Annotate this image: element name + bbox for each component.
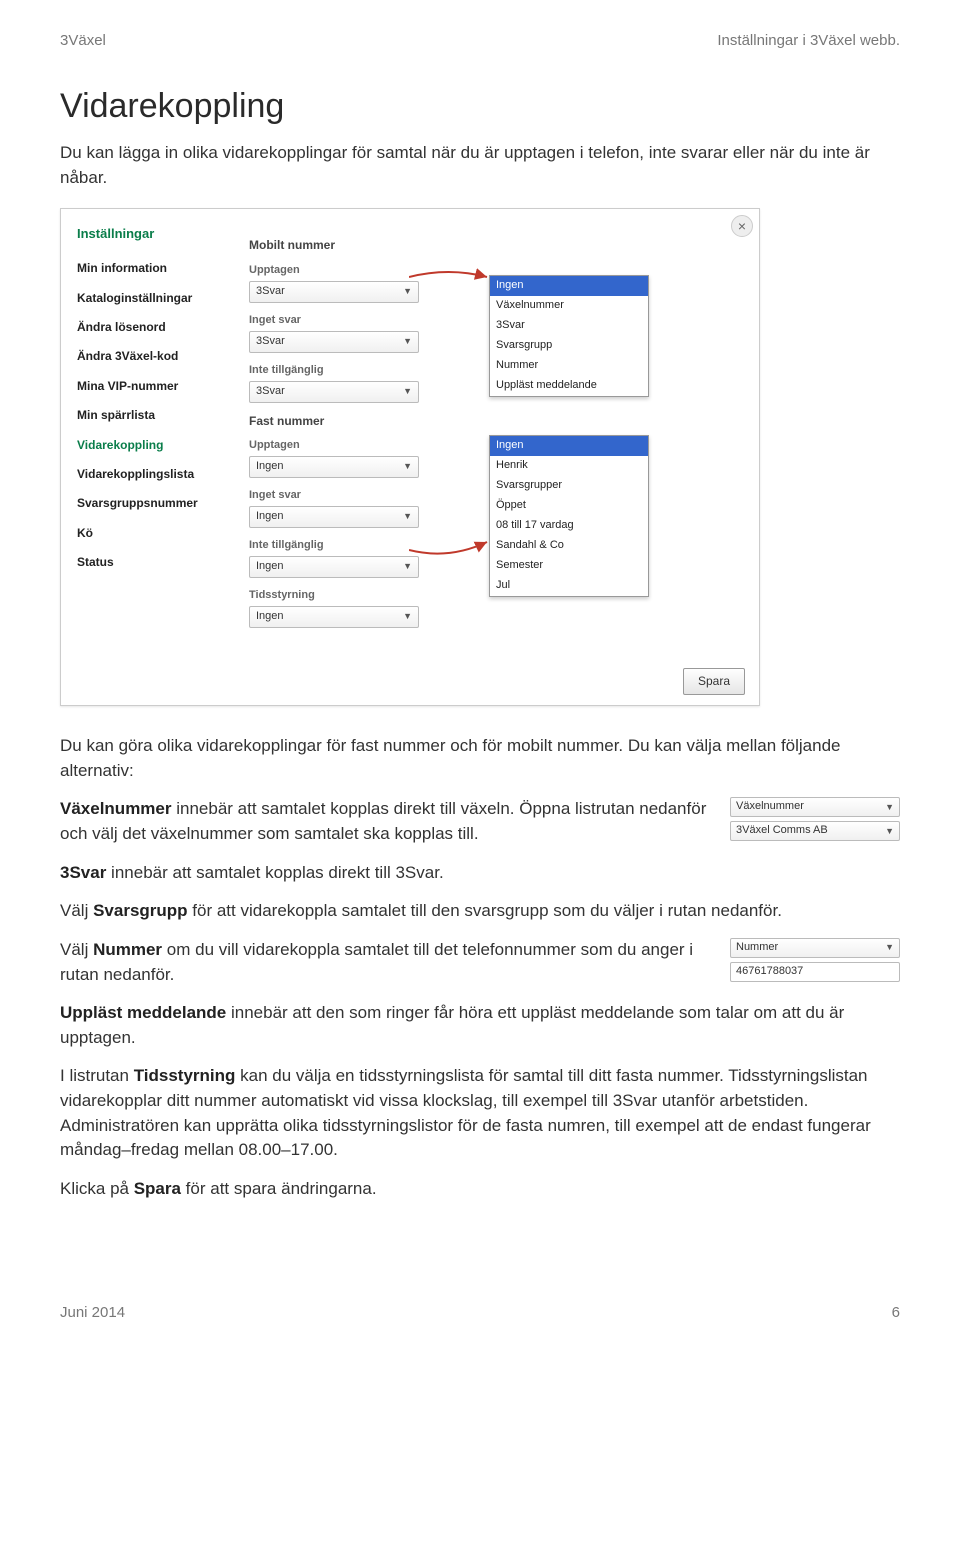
body-paragraph-svarsgrupp: Välj Svarsgrupp för att vidarekoppla sam… [60, 899, 900, 924]
term-svarsgrupp: Svarsgrupp [93, 901, 187, 920]
fast-section-title: Fast nummer [249, 413, 741, 430]
footer-date: Juni 2014 [60, 1302, 125, 1324]
page-header: 3Växel Inställningar i 3Växel webb. [60, 30, 900, 52]
dropdown-option[interactable]: Växelnummer [490, 296, 648, 316]
text: I listrutan [60, 1066, 134, 1085]
select-value: Ingen [256, 609, 284, 625]
sidebar-item[interactable]: Vidarekopplingslista [77, 460, 239, 489]
select-value: 3Svar [256, 384, 285, 400]
chevron-down-icon: ▼ [885, 941, 894, 954]
select-mobile-upptagen[interactable]: 3Svar ▼ [249, 281, 419, 303]
mini-select-vaxelnummer-value[interactable]: 3Växel Comms AB ▼ [730, 821, 900, 841]
sidebar-item[interactable]: Ändra lösenord [77, 313, 239, 342]
term-upplast: Uppläst meddelande [60, 1003, 226, 1022]
select-fast-upptagen[interactable]: Ingen ▼ [249, 456, 419, 478]
sidebar-item[interactable]: Kö [77, 519, 239, 548]
term-vaxelnummer: Växelnummer [60, 799, 172, 818]
text: Välj [60, 940, 93, 959]
text: Klicka på [60, 1179, 134, 1198]
page-footer: Juni 2014 6 [60, 1302, 900, 1324]
save-button[interactable]: Spara [683, 668, 745, 695]
footer-page-number: 6 [892, 1302, 900, 1324]
sidebar-item[interactable]: Kataloginställningar [77, 284, 239, 313]
settings-screenshot: × Inställningar Min informationKatalogin… [60, 208, 760, 706]
term-nummer: Nummer [93, 940, 162, 959]
chevron-down-icon: ▼ [403, 385, 412, 398]
intro-paragraph: Du kan lägga in olika vidarekopplingar f… [60, 141, 900, 190]
dropdown-option[interactable]: Sandahl & Co [490, 536, 648, 556]
sidebar-item[interactable]: Min information [77, 254, 239, 283]
sidebar-item[interactable]: Ändra 3Växel-kod [77, 342, 239, 371]
term-spara: Spara [134, 1179, 181, 1198]
dropdown-option[interactable]: Semester [490, 556, 648, 576]
select-value: Ingen [256, 509, 284, 525]
chevron-down-icon: ▼ [885, 801, 894, 814]
select-mobile-inget-svar[interactable]: 3Svar ▼ [249, 331, 419, 353]
dropdown-option[interactable]: Nummer [490, 356, 648, 376]
text: för att vidarekoppla samtalet till den s… [188, 901, 782, 920]
select-tidsstyrning[interactable]: Ingen ▼ [249, 606, 419, 628]
header-right: Inställningar i 3Växel webb. [717, 30, 900, 52]
dropdown-options-tidsstyrning[interactable]: IngenHenrikSvarsgrupperÖppet08 till 17 v… [489, 435, 649, 597]
body-paragraph-upplast: Uppläst meddelande innebär att den som r… [60, 1001, 900, 1050]
chevron-down-icon: ▼ [885, 825, 894, 838]
inline-example-vaxelnummer: Växelnummer ▼ 3Växel Comms AB ▼ [730, 797, 900, 845]
page-title: Vidarekoppling [60, 82, 900, 131]
mini-input-nummer-value[interactable]: 46761788037 [730, 962, 900, 982]
inline-example-nummer: Nummer ▼ 46761788037 [730, 938, 900, 986]
settings-heading: Inställningar [77, 225, 239, 244]
select-value: Ingen [256, 559, 284, 575]
sidebar-item[interactable]: Status [77, 548, 239, 577]
chevron-down-icon: ▼ [403, 460, 412, 473]
settings-sidebar: Inställningar Min informationKataloginst… [69, 225, 239, 637]
chevron-down-icon: ▼ [403, 335, 412, 348]
select-value: Ingen [256, 459, 284, 475]
dropdown-options-mobile[interactable]: IngenVäxelnummer3SvarSvarsgruppNummerUpp… [489, 275, 649, 397]
dropdown-option[interactable]: 3Svar [490, 316, 648, 336]
body-paragraph-3svar: 3Svar innebär att samtalet kopplas direk… [60, 861, 900, 886]
dropdown-option[interactable]: Ingen [490, 276, 648, 296]
dropdown-option[interactable]: Henrik [490, 456, 648, 476]
term-tidsstyrning: Tidsstyrning [134, 1066, 236, 1085]
chevron-down-icon: ▼ [403, 510, 412, 523]
settings-form: Mobilt nummer Upptagen 3Svar ▼ Inget sva… [239, 225, 751, 637]
dropdown-option[interactable]: Jul [490, 576, 648, 596]
mini-select-nummer-type[interactable]: Nummer ▼ [730, 938, 900, 958]
dropdown-option[interactable]: Uppläst meddelande [490, 376, 648, 396]
text: för att spara ändringarna. [181, 1179, 377, 1198]
mini-label: Växelnummer [736, 799, 804, 815]
header-left: 3Växel [60, 30, 106, 52]
dropdown-option[interactable]: Ingen [490, 436, 648, 456]
select-value: 3Svar [256, 284, 285, 300]
dropdown-option[interactable]: Öppet [490, 496, 648, 516]
body-paragraph-spara: Klicka på Spara för att spara ändringarn… [60, 1177, 900, 1202]
select-mobile-inte-tillganglig[interactable]: 3Svar ▼ [249, 381, 419, 403]
sidebar-item[interactable]: Svarsgruppsnummer [77, 489, 239, 518]
mini-value: 3Växel Comms AB [736, 823, 828, 839]
mini-select-vaxelnummer-type[interactable]: Växelnummer ▼ [730, 797, 900, 817]
dropdown-option[interactable]: Svarsgrupp [490, 336, 648, 356]
chevron-down-icon: ▼ [403, 285, 412, 298]
chevron-down-icon: ▼ [403, 560, 412, 573]
body-paragraph-tidsstyrning: I listrutan Tidsstyrning kan du välja en… [60, 1064, 900, 1163]
mobile-section-title: Mobilt nummer [249, 237, 741, 254]
sidebar-item[interactable]: Mina VIP-nummer [77, 372, 239, 401]
select-fast-inget-svar[interactable]: Ingen ▼ [249, 506, 419, 528]
text: innebär att samtalet kopplas direkt till… [106, 863, 443, 882]
sidebar-item[interactable]: Vidarekoppling [77, 431, 239, 460]
body-paragraph: Du kan göra olika vidarekopplingar för f… [60, 734, 900, 783]
mini-value: 46761788037 [736, 964, 803, 980]
text: Välj [60, 901, 93, 920]
sidebar-item[interactable]: Min spärrlista [77, 401, 239, 430]
mini-label: Nummer [736, 940, 778, 956]
chevron-down-icon: ▼ [403, 610, 412, 623]
dropdown-option[interactable]: 08 till 17 vardag [490, 516, 648, 536]
select-value: 3Svar [256, 334, 285, 350]
term-3svar: 3Svar [60, 863, 106, 882]
dropdown-option[interactable]: Svarsgrupper [490, 476, 648, 496]
select-fast-inte-tillganglig[interactable]: Ingen ▼ [249, 556, 419, 578]
